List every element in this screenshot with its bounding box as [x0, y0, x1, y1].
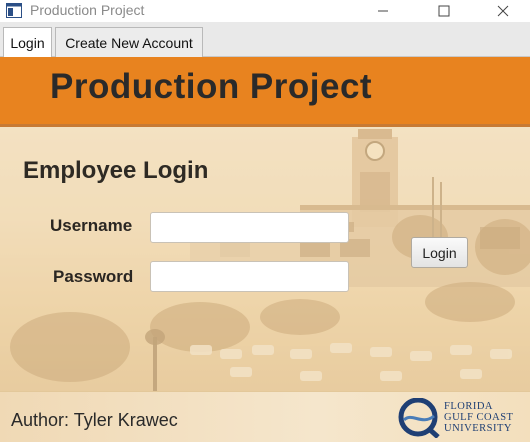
close-icon[interactable]	[480, 0, 526, 22]
tab-login[interactable]: Login	[3, 27, 52, 57]
app-window-icon	[6, 3, 22, 18]
maximize-icon[interactable]	[421, 0, 467, 22]
fgcu-logo: FLORIDA GULF COAST UNIVERSITY	[398, 397, 526, 439]
password-field[interactable]	[150, 261, 349, 292]
logo-line-2: GULF COAST	[444, 412, 514, 423]
login-button[interactable]: Login	[411, 237, 468, 268]
logo-line-1: FLORIDA	[444, 401, 494, 412]
footer: Author: Tyler Krawec FLORIDA GULF COAST …	[0, 391, 530, 442]
fgcu-emblem-icon	[398, 397, 440, 439]
page-title: Production Project	[50, 67, 373, 106]
tab-bar: Login Create New Account	[0, 22, 530, 57]
password-label: Password	[53, 267, 134, 286]
window-title: Production Project	[30, 2, 145, 18]
minimize-icon[interactable]	[360, 0, 406, 22]
password-input[interactable]	[151, 262, 348, 291]
window-titlebar: Production Project	[0, 0, 530, 22]
logo-line-3: UNIVERSITY	[444, 423, 512, 434]
author-credit: Author: Tyler Krawec	[11, 410, 178, 430]
username-input[interactable]	[151, 213, 348, 242]
employee-login-heading: Employee Login	[23, 157, 209, 184]
header-banner: Production Project	[0, 57, 530, 124]
username-label: Username	[50, 216, 133, 235]
username-field[interactable]	[150, 212, 349, 243]
tab-create-new-account[interactable]: Create New Account	[55, 27, 203, 57]
